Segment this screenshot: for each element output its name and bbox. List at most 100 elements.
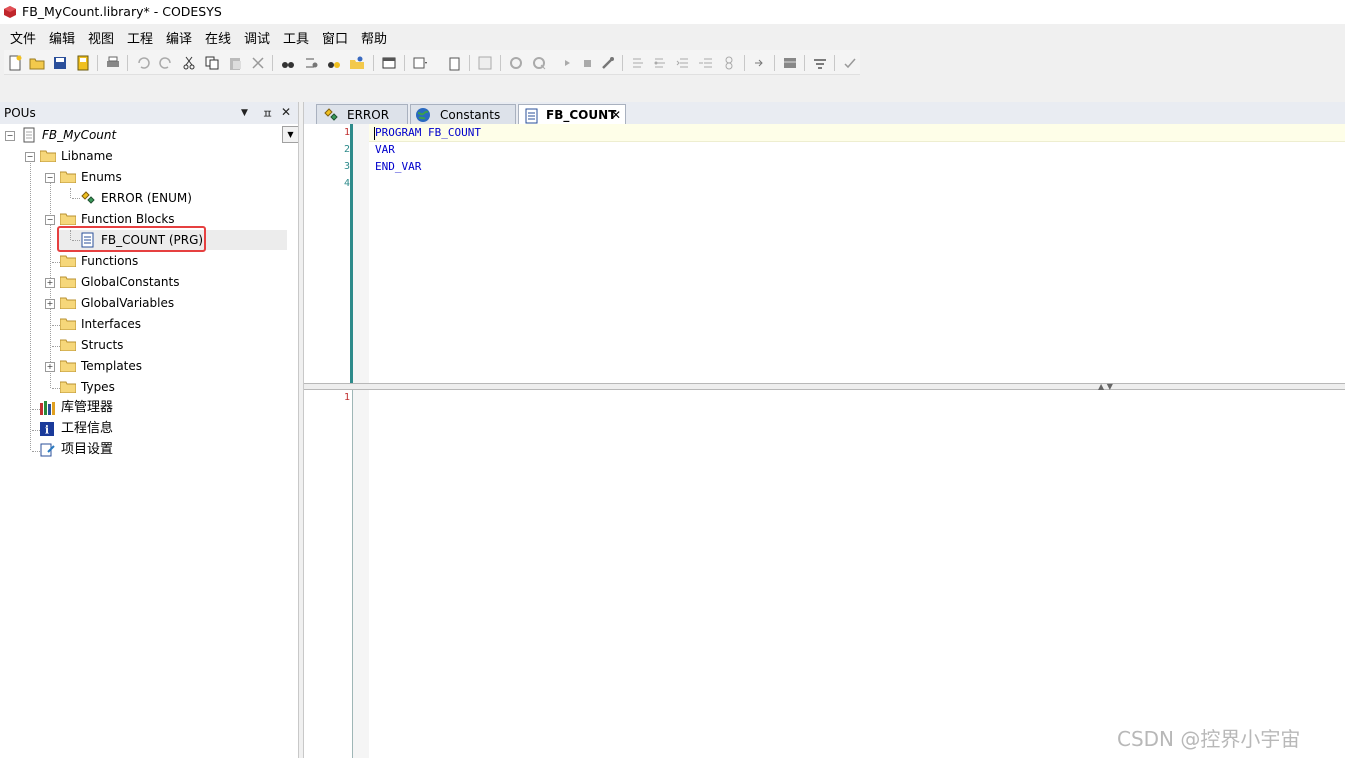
- window-icon[interactable]: [381, 55, 397, 71]
- collapse-icon[interactable]: −: [45, 215, 55, 225]
- gutter-change-bar: [350, 124, 353, 383]
- menu-window[interactable]: 窗口: [322, 28, 348, 47]
- tree-label-templates: Templates: [81, 359, 143, 373]
- pane-dropdown-icon[interactable]: ▼: [241, 108, 248, 118]
- close-tab-icon[interactable]: ✕: [611, 105, 621, 125]
- menu-tools[interactable]: 工具: [283, 28, 309, 47]
- tree-label-structs: Structs: [81, 338, 124, 352]
- redo-icon[interactable]: [158, 55, 174, 71]
- reset-icon[interactable]: [600, 55, 616, 71]
- cut-icon[interactable]: [181, 55, 197, 71]
- replace-icon[interactable]: [303, 55, 319, 71]
- save-icon[interactable]: [52, 55, 68, 71]
- menu-help[interactable]: 帮助: [361, 28, 387, 47]
- check-icon[interactable]: [842, 55, 858, 71]
- document-properties-icon[interactable]: [447, 55, 463, 71]
- enum-icon: [81, 191, 95, 204]
- tree-item-libname[interactable]: − Libname: [0, 146, 298, 166]
- save-all-icon[interactable]: [75, 55, 91, 71]
- force-values-icon[interactable]: [812, 55, 828, 71]
- tree-item-global-variables[interactable]: + GlobalVariables: [0, 293, 298, 313]
- paste-icon[interactable]: [227, 55, 243, 71]
- bookmark-icon[interactable]: [349, 55, 365, 71]
- pin-icon[interactable]: ㅍ: [262, 105, 273, 122]
- tab-fb-count-label: FB_COUNT: [546, 108, 617, 122]
- tab-constants[interactable]: Constants: [410, 104, 516, 124]
- menu-debug[interactable]: 调试: [244, 28, 270, 47]
- toolbar-strip: [4, 50, 860, 75]
- toolbar-separator: [500, 55, 501, 71]
- menu-online[interactable]: 在线: [205, 28, 231, 47]
- start-icon[interactable]: [559, 55, 575, 71]
- menu-bar: 文件 编辑 视图 工程 编译 在线 调试 工具 窗口 帮助: [0, 24, 1345, 48]
- collapse-icon[interactable]: −: [5, 131, 15, 141]
- open-folder-icon[interactable]: [29, 55, 45, 71]
- menu-project[interactable]: 工程: [127, 28, 153, 47]
- run-to-cursor-icon[interactable]: [698, 55, 714, 71]
- editor-margin: [353, 390, 369, 758]
- menu-file[interactable]: 文件: [10, 28, 36, 47]
- close-panel-icon[interactable]: ✕: [281, 105, 291, 119]
- tree-label-enums: Enums: [81, 170, 122, 184]
- code-line[interactable]: VAR: [375, 143, 395, 156]
- find-icon[interactable]: [280, 55, 296, 71]
- build-icon[interactable]: [477, 55, 493, 71]
- tab-fb-count[interactable]: FB_COUNT ✕: [518, 104, 626, 126]
- expand-icon[interactable]: +: [45, 362, 55, 372]
- collapse-icon[interactable]: −: [45, 173, 55, 183]
- tree-item-enums[interactable]: − Enums: [0, 167, 298, 187]
- breakpoint-icon[interactable]: [721, 55, 737, 71]
- title-bar: FB_MyCount.library* - CODESYS: [0, 0, 1345, 24]
- find-in-project-icon[interactable]: [326, 55, 342, 71]
- editor-splitter[interactable]: [304, 383, 1345, 390]
- tree-combo-dropdown-icon[interactable]: ▼: [282, 126, 299, 143]
- gutter-separator: [352, 390, 353, 758]
- menu-view[interactable]: 视图: [88, 28, 114, 47]
- expand-icon[interactable]: +: [45, 278, 55, 288]
- tree-label-global-constants: GlobalConstants: [81, 275, 180, 289]
- menu-build[interactable]: 编译: [166, 28, 192, 47]
- code-line[interactable]: END_VAR: [375, 160, 421, 173]
- tree-item-project-settings[interactable]: 项目设置: [0, 440, 298, 460]
- step-over-icon[interactable]: [630, 55, 646, 71]
- stop-icon[interactable]: [579, 55, 595, 71]
- write-values-icon[interactable]: [782, 55, 798, 71]
- enum-icon: [324, 108, 338, 121]
- text-cursor: [374, 127, 375, 140]
- codesys-logo-icon: [4, 6, 16, 18]
- declaration-editor[interactable]: [304, 124, 1345, 383]
- copy-icon[interactable]: [204, 55, 220, 71]
- tree-item-interfaces[interactable]: Interfaces: [0, 314, 298, 334]
- tree-item-root[interactable]: − FB_MyCount: [0, 125, 298, 145]
- tree-item-types[interactable]: Types: [0, 377, 298, 397]
- tree-label-types: Types: [81, 380, 115, 394]
- tree-item-error-enum[interactable]: ERROR (ENUM): [0, 188, 298, 208]
- editor-tab-bar: ERROR Constants FB_COUNT ✕: [304, 102, 1345, 126]
- menu-edit[interactable]: 编辑: [49, 28, 75, 47]
- undo-icon[interactable]: [135, 55, 151, 71]
- tree-item-library-manager[interactable]: 库管理器: [0, 398, 298, 418]
- folder-icon: [60, 171, 76, 183]
- add-object-icon[interactable]: [412, 55, 428, 71]
- delete-icon[interactable]: [250, 55, 266, 71]
- step-into-icon[interactable]: [652, 55, 668, 71]
- implementation-editor[interactable]: [304, 390, 1345, 758]
- tab-error[interactable]: ERROR: [316, 104, 408, 124]
- new-file-icon[interactable]: [7, 55, 23, 71]
- logout-icon[interactable]: [531, 55, 547, 71]
- code-line[interactable]: PROGRAM FB_COUNT: [375, 126, 481, 139]
- show-next-statement-icon[interactable]: [752, 55, 768, 71]
- expand-icon[interactable]: +: [45, 299, 55, 309]
- tree-item-templates[interactable]: + Templates: [0, 356, 298, 376]
- collapse-icon[interactable]: −: [25, 152, 35, 162]
- print-icon[interactable]: [105, 55, 121, 71]
- globe-icon: [416, 108, 430, 122]
- tree-item-global-constants[interactable]: + GlobalConstants: [0, 272, 298, 292]
- step-out-icon[interactable]: [675, 55, 691, 71]
- login-icon[interactable]: [508, 55, 524, 71]
- tree-item-structs[interactable]: Structs: [0, 335, 298, 355]
- tree-item-project-info[interactable]: i 工程信息: [0, 419, 298, 439]
- tree-item-functions[interactable]: Functions: [0, 251, 298, 271]
- tree-label-functions: Functions: [81, 254, 139, 268]
- watermark-text: CSDN @控界小宇宙: [1117, 727, 1301, 751]
